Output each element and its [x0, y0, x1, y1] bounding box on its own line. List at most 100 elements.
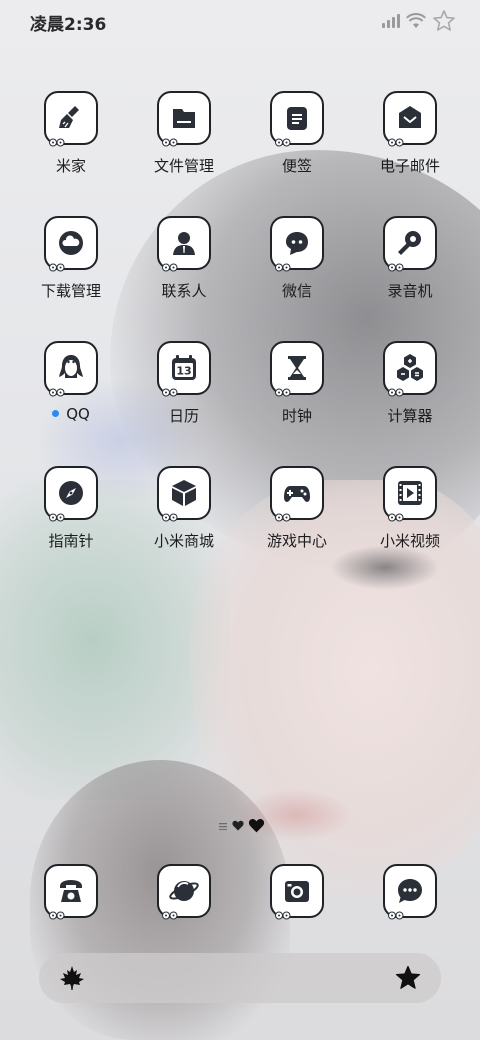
app-label-wrap: QQ [21, 405, 121, 423]
app-label: 计算器 [387, 407, 433, 425]
gamepad-icon [281, 477, 313, 509]
microphone-icon [394, 227, 426, 259]
star-icon [433, 10, 455, 31]
status-icons [382, 9, 456, 33]
pig-sticker-icon [275, 257, 291, 272]
pig-sticker-icon [388, 257, 404, 272]
pig-sticker-icon [49, 257, 65, 272]
app-label: 米家 [55, 157, 86, 175]
app-tile: 13 [157, 341, 211, 397]
pig-sticker-icon [162, 382, 178, 397]
menu-lines-icon [219, 822, 227, 830]
penguin-icon [55, 352, 87, 384]
app-file-manager[interactable]: 文件管理 [134, 91, 234, 176]
app-tile [157, 216, 211, 272]
app-download-manager[interactable]: 下载管理 [21, 216, 121, 301]
app-label: 小米视频 [379, 532, 440, 550]
planet-icon [168, 875, 200, 907]
app-mijia[interactable]: 米家 [21, 91, 121, 176]
app-label: 小米商城 [153, 532, 214, 550]
app-tile [270, 216, 324, 272]
pig-sticker-icon [275, 132, 291, 147]
app-tile [157, 466, 211, 522]
app-label: 日历 [168, 407, 199, 425]
app-label: 便签 [281, 157, 312, 175]
app-clock[interactable]: 时钟 [247, 341, 347, 426]
pig-sticker-icon [388, 382, 404, 397]
pig-sticker-icon [275, 507, 291, 522]
page-indicator[interactable] [219, 818, 265, 833]
status-bar: 凌晨2:36 [0, 0, 480, 42]
pig-sticker-icon [275, 382, 291, 397]
app-tile [44, 91, 98, 147]
signal-icon [382, 14, 400, 28]
app-tile [383, 341, 437, 397]
folder-icon [168, 102, 200, 134]
app-label: 时钟 [281, 407, 312, 425]
pig-sticker-icon [388, 905, 404, 920]
app-tile [270, 466, 324, 522]
play-film-icon [394, 477, 426, 509]
calendar-icon: 13 [168, 352, 200, 384]
app-wechat[interactable]: 微信 [247, 216, 347, 301]
app-game-center[interactable]: 游戏中心 [247, 466, 347, 551]
app-notes[interactable]: 便签 [247, 91, 347, 176]
pig-sticker-icon [162, 132, 178, 147]
cloud-download-icon [55, 227, 87, 259]
app-email[interactable]: 电子邮件 [360, 91, 460, 176]
app-calendar[interactable]: 13 日历 [134, 341, 234, 426]
app-recorder[interactable]: 录音机 [360, 216, 460, 301]
wifi-icon [406, 13, 426, 28]
telephone-icon [55, 875, 87, 907]
app-label: 文件管理 [153, 157, 214, 175]
wallpaper-eye [330, 545, 440, 590]
pig-sticker-icon [49, 905, 65, 920]
app-mi-store[interactable]: 小米商城 [134, 466, 234, 551]
pig-sticker-icon [162, 257, 178, 272]
app-label: 游戏中心 [266, 532, 327, 550]
app-label: 联系人 [161, 282, 207, 300]
app-tile [383, 864, 437, 920]
pig-sticker-icon [162, 905, 178, 920]
app-tile [157, 864, 211, 920]
dock-phone[interactable] [21, 864, 121, 920]
app-mi-video[interactable]: 小米视频 [360, 466, 460, 551]
app-tile [383, 216, 437, 272]
message-icon [394, 875, 426, 907]
dock-browser[interactable] [134, 864, 234, 920]
dock-bar[interactable] [39, 953, 441, 1003]
dock-camera[interactable] [247, 864, 347, 920]
person-icon [168, 227, 200, 259]
app-label: QQ [66, 405, 90, 423]
notes-icon [281, 102, 313, 134]
dock-messages[interactable] [360, 864, 460, 920]
app-label: 微信 [281, 282, 312, 300]
app-tile [383, 91, 437, 147]
app-qq[interactable]: QQ [21, 341, 121, 423]
camera-icon [281, 875, 313, 907]
app-tile [44, 864, 98, 920]
pig-sticker-icon [49, 382, 65, 397]
pig-sticker-icon [388, 132, 404, 147]
status-time: 凌晨2:36 [30, 15, 107, 35]
heart-icon [248, 818, 265, 833]
app-tile [44, 341, 98, 397]
app-tile [157, 91, 211, 147]
hourglass-icon [281, 352, 313, 384]
app-contacts[interactable]: 联系人 [134, 216, 234, 301]
compass-icon [55, 477, 87, 509]
new-indicator-dot [52, 410, 60, 417]
maple-leaf-icon[interactable] [59, 965, 85, 991]
star-icon[interactable] [395, 965, 421, 991]
calendar-day: 13 [176, 365, 191, 378]
pig-sticker-icon [49, 507, 65, 522]
app-tile [270, 341, 324, 397]
pig-sticker-icon [275, 905, 291, 920]
app-label: 电子邮件 [379, 157, 440, 175]
app-compass[interactable]: 指南针 [21, 466, 121, 551]
app-calculator[interactable]: 计算器 [360, 341, 460, 426]
app-tile [270, 864, 324, 920]
app-tile [383, 466, 437, 522]
pig-sticker-icon [49, 132, 65, 147]
calculator-icon [394, 352, 426, 384]
